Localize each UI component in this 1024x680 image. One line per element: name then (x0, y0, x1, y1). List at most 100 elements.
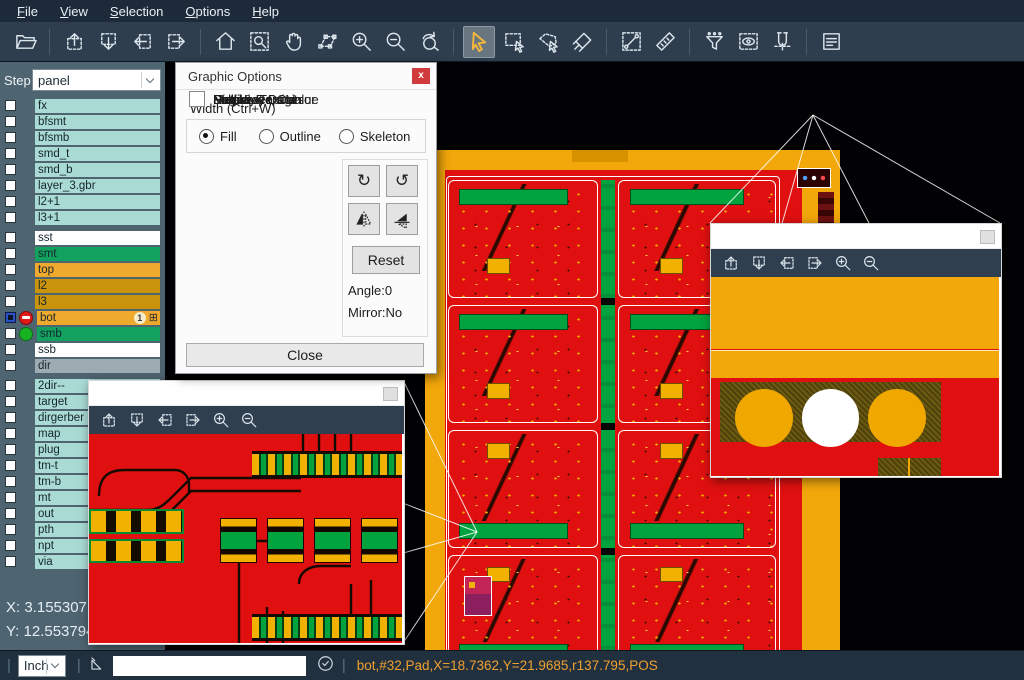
mirror-diagonal-button[interactable] (386, 203, 418, 235)
filter-button[interactable] (699, 27, 729, 57)
layer-visibility-checkbox[interactable] (5, 232, 16, 243)
menu-item[interactable]: Options (174, 2, 241, 21)
layer-visibility-checkbox[interactable] (5, 540, 16, 551)
zoom-window-titlebar[interactable] (89, 381, 404, 406)
layer-row[interactable]: layer_3.gbr ⊞ (0, 178, 165, 193)
menu-item[interactable]: Help (241, 2, 290, 21)
layer-name-cell[interactable]: top ⊞ (35, 263, 160, 277)
menu-item[interactable]: Selection (99, 2, 174, 21)
rotate-cw-button[interactable]: ↻ (348, 165, 380, 197)
layer-visibility-checkbox[interactable] (5, 492, 16, 503)
layer-visibility-checkbox[interactable] (5, 396, 16, 407)
layer-row[interactable]: top ⊞ (0, 262, 165, 277)
zoom-window-titlebar[interactable] (711, 224, 1001, 249)
layer-visibility-checkbox[interactable] (5, 428, 16, 439)
layer-row[interactable]: bot 1 ⊞ (0, 310, 165, 325)
layer-visibility-checkbox[interactable] (5, 180, 16, 191)
pan-up-button[interactable] (719, 251, 743, 275)
layer-row[interactable]: bfsmt ⊞ (0, 114, 165, 129)
pan-right-button[interactable] (803, 251, 827, 275)
layer-visibility-checkbox[interactable] (5, 212, 16, 223)
layer-name-cell[interactable]: smd_t ⊞ (35, 147, 160, 161)
zoom-in-button[interactable] (346, 27, 376, 57)
layer-row[interactable]: smt ⊞ (0, 246, 165, 261)
view-options-button[interactable] (733, 27, 763, 57)
layer-visibility-checkbox[interactable] (5, 344, 16, 355)
measure-distance-button[interactable] (616, 27, 646, 57)
pan-down-button[interactable] (93, 27, 123, 57)
select-arrow-button[interactable] (463, 26, 495, 58)
window-menu-button[interactable] (980, 230, 995, 244)
pan-left-button[interactable] (153, 408, 177, 432)
layer-row[interactable]: dir ⊞ (0, 358, 165, 373)
layer-row[interactable]: bfsmb ⊞ (0, 130, 165, 145)
layer-row[interactable]: ssb ⊞ (0, 342, 165, 357)
selected-pad-highlight[interactable] (464, 576, 492, 616)
pan-down-button[interactable] (747, 251, 771, 275)
layer-visibility-checkbox[interactable] (5, 280, 16, 291)
layer-row[interactable]: l3 ⊞ (0, 294, 165, 309)
apply-check-icon[interactable] (316, 654, 335, 678)
layer-row[interactable]: fx ⊞ (0, 98, 165, 113)
layer-row[interactable]: smd_t ⊞ (0, 146, 165, 161)
layer-name-cell[interactable]: bot 1 ⊞ (37, 311, 160, 325)
graphic-options-dialog[interactable]: Graphic Options x Width (Ctrl+W) Fill Ou… (175, 62, 437, 374)
layer-name-cell[interactable]: sst ⊞ (35, 231, 160, 245)
pan-right-button[interactable] (181, 408, 205, 432)
layer-name-cell[interactable]: l3+1 ⊞ (35, 211, 160, 225)
layer-row[interactable]: l2 ⊞ (0, 278, 165, 293)
step-select[interactable]: panel (32, 69, 161, 91)
pan-up-button[interactable] (59, 27, 89, 57)
pcb-board[interactable] (448, 430, 598, 548)
width-mode-radio[interactable]: Skeleton (339, 129, 411, 144)
layer-visibility-checkbox[interactable] (5, 328, 16, 339)
layer-visibility-checkbox[interactable] (5, 100, 16, 111)
snap-magnet-button[interactable] (767, 27, 797, 57)
menu-item[interactable]: View (49, 2, 99, 21)
zoom-out-button[interactable] (237, 408, 261, 432)
layer-visibility-checkbox[interactable] (5, 508, 16, 519)
reset-button[interactable]: Reset (352, 246, 420, 274)
window-menu-button[interactable] (383, 387, 398, 401)
clear-highlight-brush-button[interactable] (567, 27, 597, 57)
rotate-ccw-button[interactable]: ↺ (386, 165, 418, 197)
width-mode-radio[interactable]: Outline (259, 129, 321, 144)
zoom-window-button[interactable] (244, 27, 274, 57)
view-area-button[interactable] (312, 27, 342, 57)
layer-name-cell[interactable]: bfsmb ⊞ (35, 131, 160, 145)
zoom-previous-button[interactable] (414, 27, 444, 57)
pcb-board[interactable] (448, 180, 598, 298)
layer-visibility-checkbox[interactable] (5, 412, 16, 423)
layer-visibility-checkbox[interactable] (5, 380, 16, 391)
layer-row[interactable]: l3+1 ⊞ (0, 210, 165, 225)
layer-name-cell[interactable]: dir ⊞ (35, 359, 160, 373)
zoom-window-viewport[interactable] (711, 277, 999, 476)
width-mode-radio[interactable]: Fill (199, 129, 237, 144)
pan-hand-button[interactable] (278, 27, 308, 57)
layer-name-cell[interactable]: smd_b ⊞ (35, 163, 160, 177)
open-file-button[interactable] (10, 27, 40, 57)
select-polygon-button[interactable] (533, 27, 563, 57)
layer-visibility-checkbox[interactable] (5, 556, 16, 567)
layer-visibility-checkbox[interactable] (5, 460, 16, 471)
layer-visibility-checkbox[interactable] (5, 476, 16, 487)
layer-visibility-checkbox[interactable] (5, 312, 16, 323)
layer-visibility-checkbox[interactable] (5, 132, 16, 143)
pan-left-button[interactable] (127, 27, 157, 57)
pcb-board[interactable] (448, 305, 598, 423)
layer-name-cell[interactable]: fx ⊞ (35, 99, 160, 113)
unit-select[interactable]: Inch (18, 655, 66, 677)
pan-right-button[interactable] (161, 27, 191, 57)
layer-visibility-checkbox[interactable] (5, 524, 16, 535)
layer-visibility-checkbox[interactable] (5, 360, 16, 371)
display-option-checkbox[interactable]: Fullscreen Cursor (189, 90, 316, 108)
zoom-in-button[interactable] (209, 408, 233, 432)
layer-name-cell[interactable]: ssb ⊞ (35, 343, 160, 357)
layer-visibility-checkbox[interactable] (5, 296, 16, 307)
dialog-titlebar[interactable]: Graphic Options x (176, 63, 436, 90)
zoom-home-button[interactable] (210, 27, 240, 57)
measure-ruler-button[interactable] (650, 27, 680, 57)
select-rectangle-button[interactable] (499, 27, 529, 57)
zoom-window-viewport[interactable] (89, 434, 402, 643)
layer-row[interactable]: sst ⊞ (0, 230, 165, 245)
